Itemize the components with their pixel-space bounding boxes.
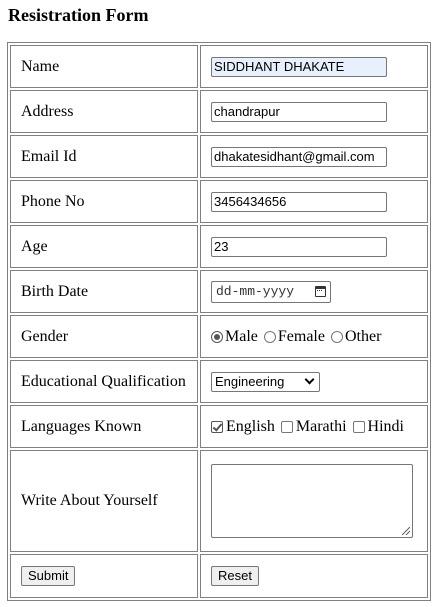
gender-radio-group: Male Female Other [211,328,417,346]
about-textarea[interactable] [211,464,413,538]
gender-option-other[interactable]: Other [330,328,381,346]
birth-date-input[interactable]: dd-mm-yyyy [211,280,331,303]
qualification-field-cell: Engineering [200,360,428,403]
about-field-cell [200,450,428,552]
about-label: Write About Yourself [10,450,198,552]
name-label: Name [10,45,198,88]
gender-female-radio[interactable] [263,330,276,343]
phone-field-cell [200,180,428,223]
birth-date-label: Birth Date [10,270,198,313]
language-english-label[interactable]: English [226,418,275,436]
language-option-hindi[interactable]: Hindi [352,418,404,436]
email-label: Email Id [10,135,198,178]
phone-input[interactable] [211,191,387,212]
languages-row: Languages Known English Marathi Hindi [10,405,428,448]
qualification-select[interactable]: Engineering [211,371,320,392]
address-field-cell [200,90,428,133]
language-english-checkbox[interactable] [211,420,223,433]
name-field-cell [200,45,428,88]
languages-checkbox-group: English Marathi Hindi [211,418,417,436]
phone-label: Phone No [10,180,198,223]
qualification-row: Educational Qualification Engineering [10,360,428,403]
language-hindi-label[interactable]: Hindi [368,418,404,436]
qualification-selected-value: Engineering [215,374,285,389]
age-row: Age [10,225,428,268]
address-row: Address [10,90,428,133]
gender-label: Gender [10,315,198,358]
email-field-cell [200,135,428,178]
buttons-row: Submit Reset [10,554,428,598]
resize-handle-icon[interactable] [402,527,410,535]
calendar-icon[interactable] [315,286,326,297]
gender-row: Gender Male Female Other [10,315,428,358]
gender-other-label[interactable]: Other [345,328,381,346]
language-option-english[interactable]: English [211,418,275,436]
qualification-label: Educational Qualification [10,360,198,403]
gender-field-cell: Male Female Other [200,315,428,358]
gender-option-female[interactable]: Female [263,328,325,346]
birth-date-placeholder: dd-mm-yyyy [216,284,295,299]
page-title: Resistration Form [8,5,149,25]
birth-date-field-cell: dd-mm-yyyy [200,270,428,313]
age-input[interactable] [211,236,387,257]
about-row: Write About Yourself [10,450,428,552]
registration-form-table: Name Address Email Id Phone No Age Birth… [7,42,431,601]
gender-male-label[interactable]: Male [225,328,258,346]
chevron-down-icon [304,374,315,385]
age-label: Age [10,225,198,268]
gender-male-radio[interactable] [211,330,223,343]
email-input[interactable] [211,146,387,167]
language-option-marathi[interactable]: Marathi [280,418,347,436]
submit-button[interactable]: Submit [21,566,76,586]
gender-female-label[interactable]: Female [278,328,325,346]
name-row: Name [10,45,428,88]
gender-other-radio[interactable] [330,330,343,343]
reset-button[interactable]: Reset [211,566,259,586]
address-label: Address [10,90,198,133]
submit-cell: Submit [10,554,198,598]
gender-option-male[interactable]: Male [211,328,258,346]
name-input[interactable] [211,56,387,77]
age-field-cell [200,225,428,268]
language-marathi-checkbox[interactable] [280,420,293,433]
language-hindi-checkbox[interactable] [352,420,365,433]
email-row: Email Id [10,135,428,178]
languages-field-cell: English Marathi Hindi [200,405,428,448]
address-input[interactable] [211,101,387,122]
reset-cell: Reset [200,554,428,598]
phone-row: Phone No [10,180,428,223]
languages-label: Languages Known [10,405,198,448]
birth-date-row: Birth Date dd-mm-yyyy [10,270,428,313]
language-marathi-label[interactable]: Marathi [296,418,347,436]
